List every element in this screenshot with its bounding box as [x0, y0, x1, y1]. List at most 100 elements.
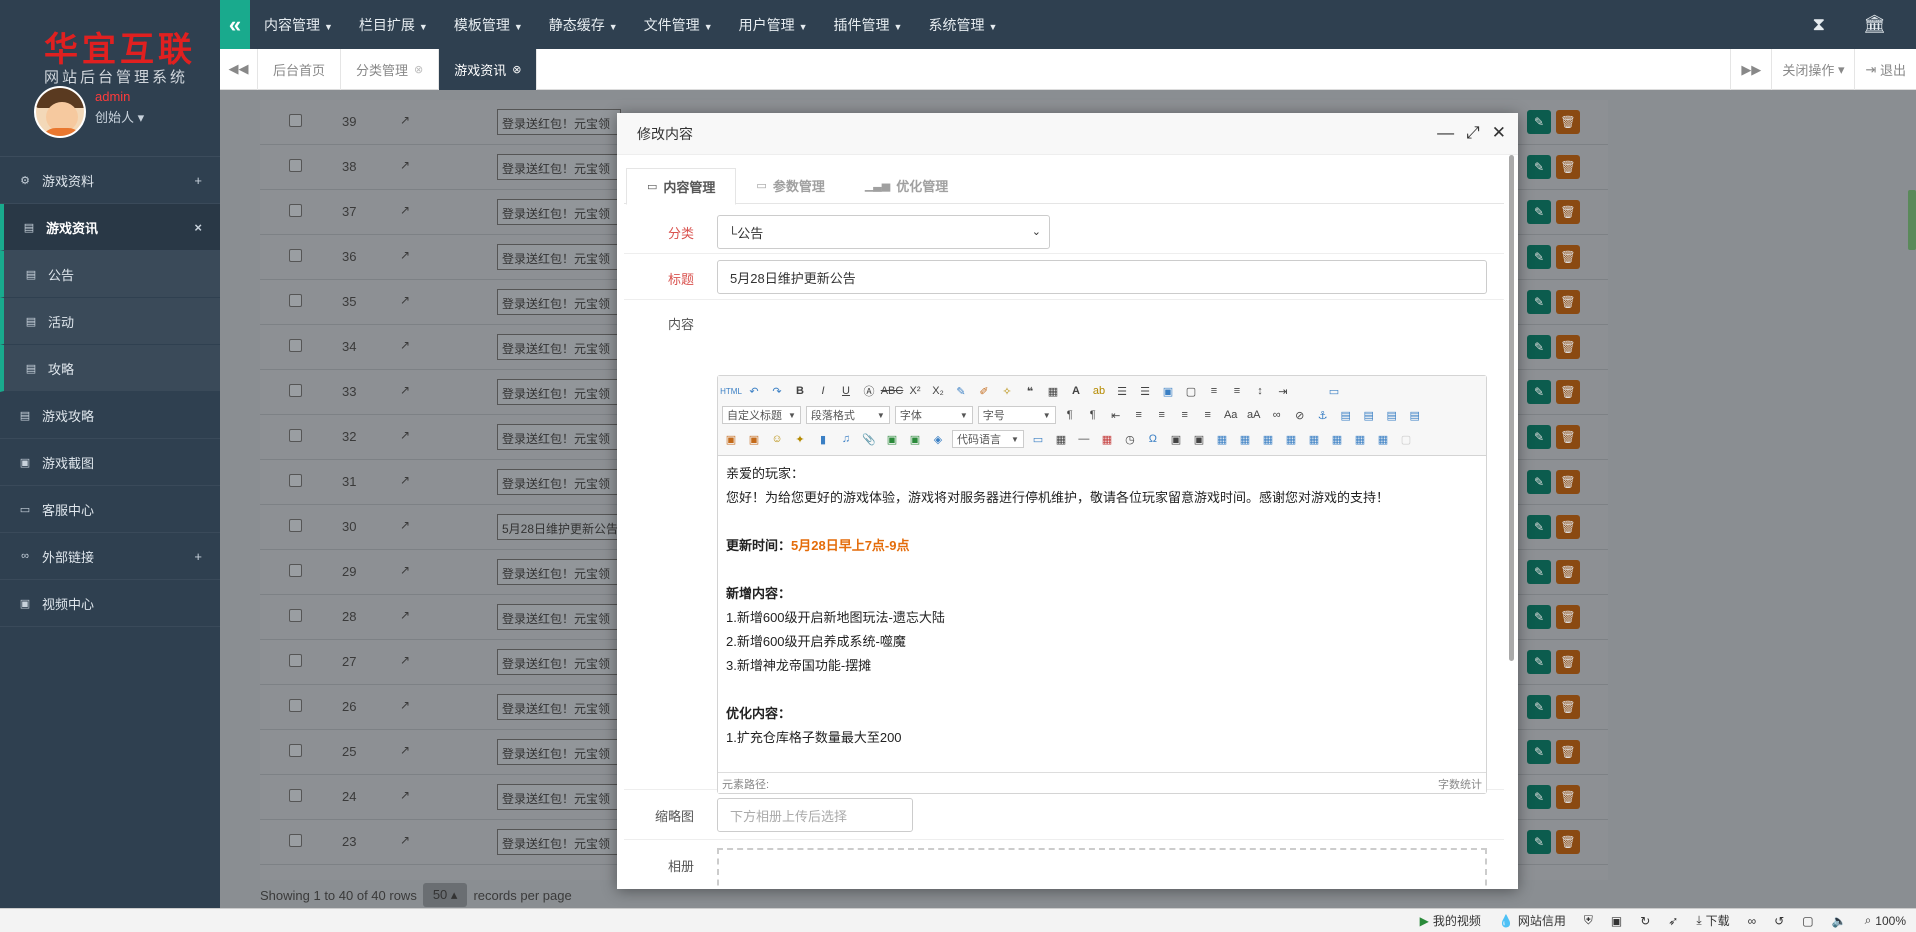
row-checkbox[interactable]	[289, 429, 302, 442]
tab-seo-manage[interactable]: ▁▃▅ 优化管理	[845, 168, 968, 203]
edit-icon[interactable]: ✎	[1527, 290, 1551, 314]
dialog-scrollbar[interactable]	[1509, 155, 1514, 661]
select-all-icon[interactable]: ▣	[1159, 382, 1177, 400]
ordered-list-icon[interactable]: ☰	[1113, 382, 1131, 400]
link-icon[interactable]: ∞	[1268, 406, 1286, 424]
row-title-input[interactable]: 登录送红包！元宝领	[497, 829, 621, 855]
delete-icon[interactable]: 🗑	[1556, 740, 1580, 764]
external-link-icon[interactable]: ↗	[400, 518, 410, 532]
horizontal-rule-icon[interactable]: —	[1075, 430, 1093, 448]
multi-image-icon[interactable]: ▣	[745, 430, 763, 448]
my-videos-button[interactable]: ▶ 我的视频	[1420, 912, 1481, 929]
sidebar-item-game-guides[interactable]: ▤ 游戏攻略	[0, 392, 220, 439]
font-family-select[interactable]: 字体 ▼	[894, 406, 973, 424]
edit-icon[interactable]: ✎	[1527, 740, 1551, 764]
ltr-icon[interactable]: ¶	[1061, 406, 1079, 424]
tab-content-manage[interactable]: ▭ 内容管理	[626, 168, 737, 205]
sidebar-toggle-icon[interactable]: «	[220, 0, 250, 49]
tabs-scroll-left-icon[interactable]: ◀◀	[220, 48, 258, 90]
row-title-input[interactable]: 登录送红包！元宝领	[497, 154, 621, 180]
title-input[interactable]: 5月28日维护更新公告	[717, 260, 1487, 294]
delete-icon[interactable]: 🗑	[1556, 605, 1580, 629]
external-link-icon[interactable]: ↗	[400, 563, 410, 577]
tab-category[interactable]: 分类管理 ⊗	[341, 48, 440, 90]
edit-icon[interactable]: ✎	[1527, 650, 1551, 674]
indent-first-icon[interactable]: ⇤	[1107, 406, 1125, 424]
gmap-icon[interactable]: ▣	[906, 430, 924, 448]
external-link-icon[interactable]: ↗	[400, 833, 410, 847]
delete-icon[interactable]: 🗑	[1556, 335, 1580, 359]
row-checkbox[interactable]	[289, 564, 302, 577]
auto-format-icon[interactable]: ✧	[998, 382, 1016, 400]
eraser-icon[interactable]: ✎	[952, 382, 970, 400]
tabs-scroll-right-icon[interactable]: ▶▶	[1730, 49, 1771, 90]
row-checkbox[interactable]	[289, 339, 302, 352]
page-size-select[interactable]: 50 ▴	[422, 883, 468, 907]
delete-icon[interactable]: 🗑	[1556, 290, 1580, 314]
external-link-icon[interactable]: ↗	[400, 113, 410, 127]
italic-icon[interactable]: I	[814, 382, 832, 400]
format-brush-icon[interactable]: ✐	[975, 382, 993, 400]
delete-icon[interactable]: 🗑	[1556, 560, 1580, 584]
rtl-icon[interactable]: ¶	[1084, 406, 1102, 424]
row-title-input[interactable]: 登录送红包！元宝领	[497, 739, 621, 765]
rocket-icon[interactable]: ➶	[1668, 914, 1678, 928]
row-title-input[interactable]: 登录送红包！元宝领	[497, 199, 621, 225]
menu-plugins[interactable]: 插件管理 ▼	[834, 15, 903, 35]
delete-icon[interactable]: 🗑	[1556, 695, 1580, 719]
row-checkbox[interactable]	[289, 744, 302, 757]
blockquote-icon[interactable]: ❝	[1021, 382, 1039, 400]
template-icon[interactable]: ▭	[1029, 430, 1047, 448]
delete-table-icon[interactable]: ▦	[1236, 430, 1254, 448]
row-title-input[interactable]: 登录送红包！元宝领	[497, 334, 621, 360]
insert-table-icon[interactable]: ▦	[1213, 430, 1231, 448]
attachment-icon[interactable]: 📎	[860, 430, 878, 448]
merge-right-icon[interactable]: ▦	[1328, 430, 1346, 448]
close-icon[interactable]: ✕	[1492, 123, 1506, 143]
glasses-icon[interactable]: ∞	[1748, 914, 1757, 928]
sidebar-item-videos[interactable]: ▣ 视频中心	[0, 580, 220, 627]
anchor-icon[interactable]: ⚓	[1314, 406, 1332, 424]
external-link-icon[interactable]: ↗	[400, 338, 410, 352]
delete-icon[interactable]: 🗑	[1556, 830, 1580, 854]
row-title-input[interactable]: 登录送红包！元宝领	[497, 379, 621, 405]
sidebar-item-game-data[interactable]: ⚙ 游戏资料 +	[0, 157, 220, 204]
edit-icon[interactable]: ✎	[1527, 470, 1551, 494]
row-checkbox[interactable]	[289, 114, 302, 127]
emoticon-icon[interactable]: ☺	[768, 430, 786, 448]
row-title-input[interactable]: 登录送红包！元宝领	[497, 469, 621, 495]
superscript-icon[interactable]: X²	[906, 382, 924, 400]
delete-icon[interactable]: 🗑	[1556, 515, 1580, 539]
row-title-input[interactable]: 登录送红包！元宝领	[497, 649, 621, 675]
external-link-icon[interactable]: ↗	[400, 383, 410, 397]
code-language-select[interactable]: 代码语言 ▼	[952, 430, 1024, 448]
close-icon[interactable]: ⊗	[512, 63, 521, 76]
zoom-level[interactable]: ⌕ 100%	[1865, 913, 1906, 928]
uppercase-icon[interactable]: Aa	[1222, 406, 1240, 424]
edit-icon[interactable]: ✎	[1527, 785, 1551, 809]
external-link-icon[interactable]: ↗	[400, 248, 410, 262]
external-link-icon[interactable]: ↗	[400, 158, 410, 172]
close-icon[interactable]: ⊗	[414, 63, 423, 76]
row-checkbox[interactable]	[289, 654, 302, 667]
window-icon[interactable]: ▢	[1802, 914, 1813, 928]
font-border-icon[interactable]: Ⓐ	[860, 382, 878, 400]
row-checkbox[interactable]	[289, 834, 302, 847]
row-title-input[interactable]: 登录送红包！元宝领	[497, 109, 621, 135]
unlink-icon[interactable]: ⊘	[1291, 406, 1309, 424]
external-link-icon[interactable]: ↗	[400, 428, 410, 442]
image-center-icon[interactable]: ▤	[1406, 406, 1424, 424]
external-link-icon[interactable]: ↗	[400, 473, 410, 487]
menu-cache[interactable]: 静态缓存 ▼	[549, 15, 618, 35]
row-title-input[interactable]: 登录送红包！元宝领	[497, 424, 621, 450]
image-icon[interactable]: ▣	[1611, 914, 1622, 928]
row-checkbox[interactable]	[289, 474, 302, 487]
highlight-icon[interactable]: ab	[1090, 382, 1108, 400]
download-button[interactable]: ⤓ 下载	[1696, 912, 1729, 929]
special-char-icon[interactable]: Ω	[1144, 430, 1162, 448]
external-link-icon[interactable]: ↗	[400, 293, 410, 307]
split-cells-icon[interactable]: ▦	[1374, 430, 1392, 448]
row-title-input[interactable]: 登录送红包！元宝领	[497, 244, 621, 270]
wordimage-icon[interactable]: ▣	[1167, 430, 1185, 448]
row-spacing-top-icon[interactable]: ≡	[1205, 382, 1223, 400]
